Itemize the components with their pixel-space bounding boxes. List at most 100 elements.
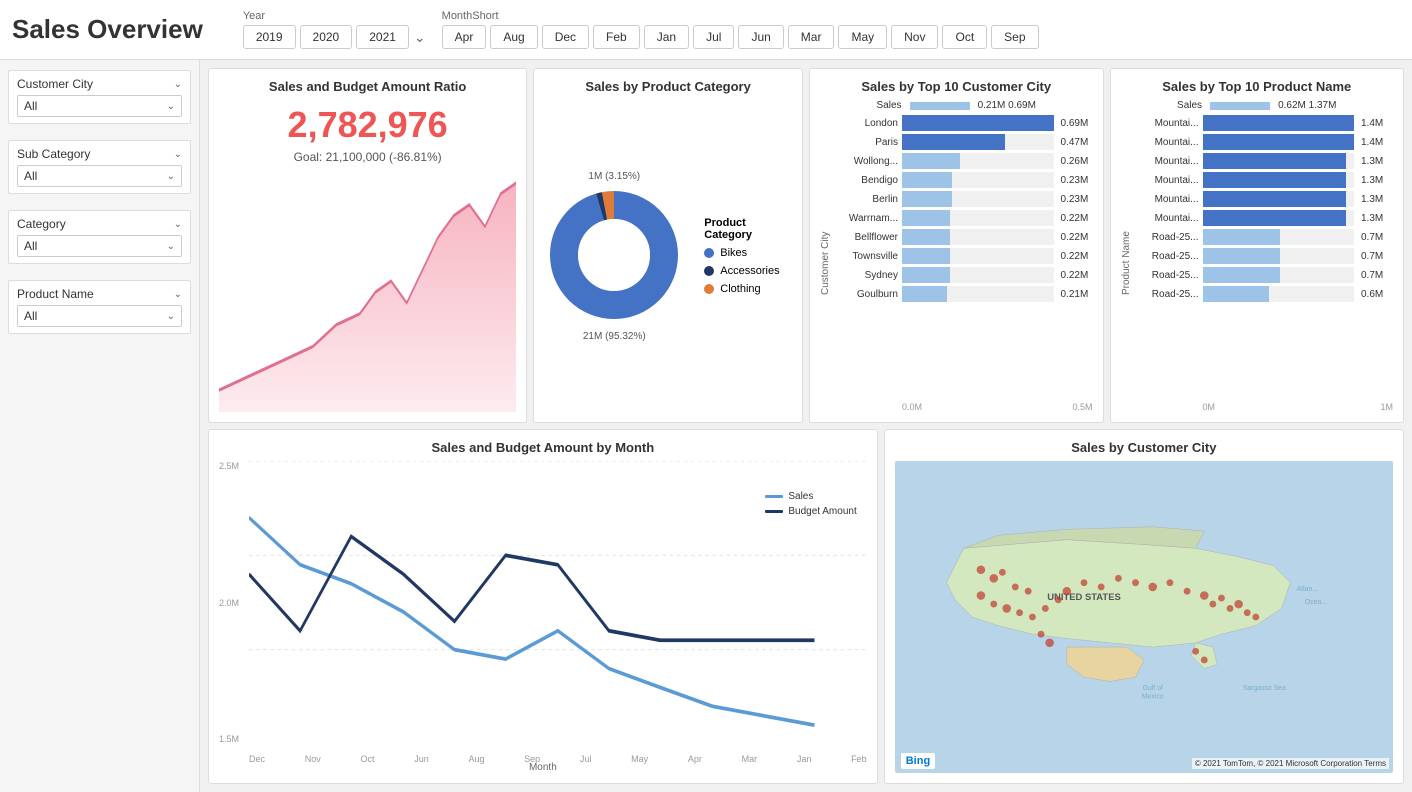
- year-pill-2021[interactable]: 2021: [356, 25, 409, 49]
- line-card: Sales and Budget Amount by Month 2.5M 2.…: [208, 429, 878, 784]
- slicer-header-3: Product Name ⌄: [17, 287, 182, 301]
- city-bar-fill-5: [902, 210, 950, 226]
- legend-title: Product Category: [704, 217, 792, 241]
- slicer-product-name: Product Name ⌄ All ⌄: [8, 280, 191, 334]
- slicer-dropdown-icon-2: ⌄: [167, 241, 175, 252]
- y-label-2.5m: 2.5M: [219, 461, 239, 471]
- month-pill-Mar[interactable]: Mar: [788, 25, 835, 49]
- year-label: Year: [243, 10, 426, 22]
- product-bar-row-0: Mountai... 1.4M: [1134, 115, 1394, 131]
- donut-title: Sales by Product Category: [544, 79, 792, 94]
- slicer-value-2[interactable]: All ⌄: [17, 235, 182, 257]
- line-x-label: Apr: [688, 754, 702, 764]
- donut-card: Sales by Product Category 1M (3.15%): [533, 68, 803, 423]
- city-bar-fill-7: [902, 248, 950, 264]
- city-bar-row-4: Berlin 0.23M: [833, 191, 1093, 207]
- area-chart-svg: [219, 172, 516, 412]
- product-bar-track-6: [1203, 229, 1355, 245]
- product-bar-label-2: Mountai...: [1134, 156, 1199, 167]
- product-bar-fill-7: [1203, 248, 1280, 264]
- slicer-chevron-1[interactable]: ⌄: [174, 149, 182, 160]
- product-bar-chart: Mountai... 1.4M Mountai... 1.4M Mountai.…: [1134, 115, 1394, 400]
- year-pill-2020[interactable]: 2020: [300, 25, 353, 49]
- month-pill-Aug[interactable]: Aug: [490, 25, 537, 49]
- city-bar-value-7: 0.22M: [1061, 251, 1093, 262]
- donut-svg: [544, 185, 684, 325]
- product-bar-track-0: [1203, 115, 1355, 131]
- slicer-dropdown-icon-0: ⌄: [167, 101, 175, 112]
- slicer-header-1: Sub Category ⌄: [17, 147, 182, 161]
- month-pill-Sep[interactable]: Sep: [991, 25, 1038, 49]
- slicer-value-1[interactable]: All ⌄: [17, 165, 182, 187]
- city-x-label: 0.0M: [902, 402, 922, 412]
- city-bar-label-8: Sydney: [833, 270, 898, 281]
- product-bar-track-9: [1203, 286, 1355, 302]
- slicer-value-0[interactable]: All ⌄: [17, 95, 182, 117]
- line-chart-wrap: 2.5M 2.0M 1.5M Dec: [219, 461, 867, 764]
- top10-city-title: Sales by Top 10 Customer City: [820, 79, 1093, 94]
- city-bar-track-7: [902, 248, 1054, 264]
- product-bar-track-8: [1203, 267, 1355, 283]
- product-bar-label-4: Mountai...: [1134, 194, 1199, 205]
- month-pill-Jun[interactable]: Jun: [738, 25, 783, 49]
- month-pill-Oct[interactable]: Oct: [942, 25, 987, 49]
- month-pill-May[interactable]: May: [838, 25, 887, 49]
- line-x-label: May: [631, 754, 648, 764]
- year-chevron-icon[interactable]: ⌄: [414, 29, 426, 46]
- product-x-label: 0M: [1203, 402, 1216, 412]
- city-y-axis-label: Customer City: [820, 115, 831, 412]
- slicer-category: Category ⌄ All ⌄: [8, 210, 191, 264]
- month-pill-Jan[interactable]: Jan: [644, 25, 689, 49]
- city-bar-label-7: Townsville: [833, 251, 898, 262]
- month-pill-Nov[interactable]: Nov: [891, 25, 938, 49]
- month-pill-Jul[interactable]: Jul: [693, 25, 734, 49]
- product-x-label: 1M: [1380, 402, 1393, 412]
- product-x-axis: 0M 1M: [1134, 402, 1394, 412]
- gulf-label: Gulf of: [1142, 685, 1162, 692]
- product-bar-fill-3: [1203, 172, 1347, 188]
- line-legend-label-1: Budget Amount: [788, 506, 856, 517]
- month-pill-Apr[interactable]: Apr: [442, 25, 487, 49]
- charts-row2: Sales and Budget Amount by Month 2.5M 2.…: [208, 429, 1404, 784]
- slicer-val-text-1: All: [24, 169, 37, 183]
- city-bar-label-9: Goulburn: [833, 289, 898, 300]
- donut-label-top: 1M (3.15%): [588, 171, 640, 182]
- y-axis-labels: 2.5M 2.0M 1.5M: [219, 461, 243, 744]
- city-bar-row-6: Bellflower 0.22M: [833, 229, 1093, 245]
- line-x-label: Mar: [742, 754, 758, 764]
- top10-city-card: Sales by Top 10 Customer City Sales 0.21…: [809, 68, 1104, 423]
- slicer-customer-city: Customer City ⌄ All ⌄: [8, 70, 191, 124]
- slicer-sub-category: Sub Category ⌄ All ⌄: [8, 140, 191, 194]
- year-pill-2019[interactable]: 2019: [243, 25, 296, 49]
- slicer-chevron-2[interactable]: ⌄: [174, 219, 182, 230]
- slicer-value-3[interactable]: All ⌄: [17, 305, 182, 327]
- city-bar-row-1: Paris 0.47M: [833, 134, 1093, 150]
- product-bar-value-1: 1.4M: [1361, 137, 1393, 148]
- product-bar-row-8: Road-25... 0.7M: [1134, 267, 1394, 283]
- slicer-title-3: Product Name: [17, 287, 94, 301]
- product-scale-bar: [1210, 102, 1270, 110]
- month-pill-Feb[interactable]: Feb: [593, 25, 640, 49]
- legend-dot-1: [704, 266, 714, 276]
- product-bar-fill-1: [1203, 134, 1355, 150]
- y-label-1.5m: 1.5M: [219, 734, 239, 744]
- slicer-dropdown-icon-1: ⌄: [167, 171, 175, 182]
- slicer-chevron-3[interactable]: ⌄: [174, 289, 182, 300]
- line-x-label: Jun: [414, 754, 429, 764]
- product-bar-value-7: 0.7M: [1361, 251, 1393, 262]
- legend-label-0: Bikes: [720, 247, 747, 259]
- donut-label-bottom: 21M (95.32%): [583, 331, 646, 342]
- product-bar-track-7: [1203, 248, 1355, 264]
- month-filter-pills: AprAugDecFebJanJulJunMarMayNovOctSep: [442, 25, 1039, 49]
- product-bar-row-1: Mountai... 1.4M: [1134, 134, 1394, 150]
- product-bar-row-4: Mountai... 1.3M: [1134, 191, 1394, 207]
- slicer-chevron-0[interactable]: ⌄: [174, 79, 182, 90]
- month-pill-Dec[interactable]: Dec: [542, 25, 589, 49]
- product-y-axis-label: Product Name: [1121, 115, 1132, 412]
- product-bar-row-5: Mountai... 1.3M: [1134, 210, 1394, 226]
- product-bar-value-8: 0.7M: [1361, 270, 1393, 281]
- product-bar-fill-8: [1203, 267, 1280, 283]
- city-bar-track-6: [902, 229, 1054, 245]
- product-bars-area: Mountai... 1.4M Mountai... 1.4M Mountai.…: [1134, 115, 1394, 412]
- ratio-card: Sales and Budget Amount Ratio 2,782,976 …: [208, 68, 527, 423]
